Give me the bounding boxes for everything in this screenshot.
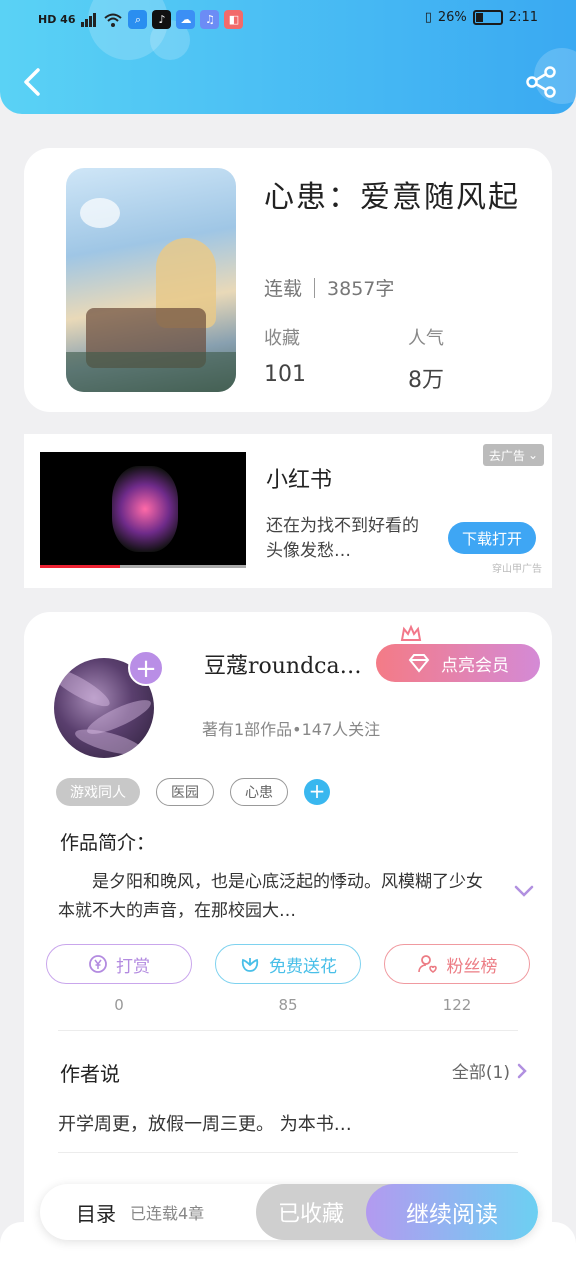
follow-author-button[interactable]: +	[128, 650, 164, 686]
book-word-count: 3857字	[327, 278, 395, 300]
toc-label: 目录	[76, 1201, 116, 1226]
fan-ranking-label: 粉丝榜	[446, 956, 498, 977]
author-card: + 豆蔻roundca… 点亮会员 著有1部作品•147人关注 游戏同人 医园 …	[24, 612, 552, 1252]
toc-info: 已连载4章	[130, 1204, 205, 1223]
author-says-all-link[interactable]: 全部(1)	[452, 1058, 528, 1083]
popularity-label: 人气	[408, 328, 444, 349]
send-flower-button[interactable]: 免费送花	[215, 944, 361, 984]
header-bar: HD 46 ⌕ ♪ ☁ ♫ ◧ ▯ 26% 2:11	[0, 0, 576, 114]
ad-video-progress-track	[120, 565, 246, 568]
wifi-icon	[104, 13, 123, 27]
remove-ad-button[interactable]: 去广告 ⌄	[482, 444, 544, 466]
user-heart-icon	[417, 955, 437, 973]
chevron-right-icon	[517, 1063, 527, 1078]
status-right: ▯ 26% 2:11	[425, 10, 538, 25]
network-indicator: HD 46	[38, 13, 76, 26]
divider	[58, 1030, 518, 1031]
back-button[interactable]	[18, 62, 48, 102]
ad-download-button[interactable]: 下载打开	[448, 522, 536, 554]
reward-count: 0	[114, 996, 124, 1014]
book-title: 心患：爱意随风起	[264, 180, 520, 215]
vip-button[interactable]: 点亮会员	[376, 644, 540, 682]
reward-button[interactable]: 打赏	[46, 944, 192, 984]
tag-item[interactable]: 心患	[230, 778, 288, 806]
flower-icon	[241, 958, 259, 972]
book-meta: 连载 3857字	[264, 274, 394, 301]
battery-icon	[472, 10, 503, 25]
collect-value: 101	[264, 362, 306, 387]
battery-percent: 26%	[437, 10, 467, 25]
tag-item[interactable]: 医园	[156, 778, 214, 806]
chevron-down-icon: ⌄	[527, 448, 538, 462]
ad-description: 还在为找不到好看的头像发愁…	[266, 516, 419, 561]
divider	[58, 1152, 518, 1153]
intro-text: 是夕阳和晚风，也是心底泛起的悸动。风模糊了少女本就不大的声音，在那校园大…	[58, 872, 483, 921]
book-status: 连载	[264, 278, 303, 300]
author-says-text[interactable]: 开学周更，放假一周三更。 为本书…	[58, 1110, 518, 1136]
ad-video-thumbnail[interactable]	[40, 452, 246, 568]
vibrate-icon: ▯	[424, 10, 432, 25]
book-cover-image[interactable]	[66, 168, 236, 392]
collect-label: 收藏	[264, 328, 300, 349]
add-tag-button[interactable]: +	[304, 779, 330, 805]
tiktok-icon: ♪	[152, 10, 172, 29]
meta-divider	[314, 277, 316, 298]
fan-ranking-button[interactable]: 粉丝榜	[384, 944, 530, 984]
bottom-action-bar: 目录 已连载4章 已收藏 继续阅读	[40, 1184, 538, 1240]
vip-label: 点亮会员	[441, 655, 509, 676]
flower-count: 85	[278, 996, 298, 1014]
music-app-icon: ♫	[200, 10, 220, 29]
remove-ad-label: 去广告	[488, 448, 525, 463]
fan-count: 122	[442, 996, 472, 1014]
search-app-icon: ⌕	[128, 10, 148, 29]
collected-label: 已收藏	[277, 1202, 344, 1227]
ad-video-progress	[40, 565, 120, 568]
cover-cloud	[80, 198, 120, 228]
ad-title: 小红书	[266, 468, 333, 493]
ad-video-art	[112, 466, 178, 552]
ad-banner[interactable]: 小红书 还在为找不到好看的头像发愁… 去广告 ⌄ 下载打开 穿山甲广告	[24, 434, 552, 588]
chevron-down-icon[interactable]	[512, 882, 536, 900]
status-left: HD 46 ⌕ ♪ ☁ ♫ ◧	[38, 10, 244, 29]
popularity-value: 8万	[408, 368, 444, 393]
shopping-app-icon: ◧	[224, 10, 244, 29]
table-of-contents-button[interactable]: 目录 已连载4章	[76, 1184, 204, 1240]
cloud-app-icon: ☁	[176, 10, 196, 29]
intro-heading: 作品简介：	[60, 832, 156, 854]
signal-icon	[81, 12, 97, 27]
continue-reading-button[interactable]: 继续阅读	[366, 1184, 538, 1240]
book-info-card: 心患：爱意随风起 连载 3857字 收藏 101 人气 8万	[24, 148, 552, 412]
yen-coin-icon	[89, 955, 107, 973]
cover-grass	[66, 352, 236, 392]
author-says-heading: 作者说	[60, 1062, 120, 1086]
diamond-icon	[408, 654, 430, 673]
tag-item[interactable]: 游戏同人	[56, 778, 140, 806]
author-name[interactable]: 豆蔻roundca…	[204, 648, 374, 680]
reward-label: 打赏	[116, 956, 150, 977]
crown-icon	[400, 624, 422, 641]
ad-source-label: 穿山甲广告	[492, 564, 542, 575]
author-stats: 著有1部作品•147人关注	[202, 720, 381, 739]
tag-list: 游戏同人 医园 心患 +	[56, 778, 330, 806]
author-says-all-label: 全部(1)	[451, 1063, 510, 1083]
status-bar: HD 46 ⌕ ♪ ☁ ♫ ◧ ▯ 26% 2:11	[0, 0, 576, 40]
clock: 2:11	[508, 10, 538, 25]
avatar-leaf	[54, 661, 114, 713]
send-flower-label: 免费送花	[269, 956, 337, 977]
share-button[interactable]	[524, 64, 558, 100]
